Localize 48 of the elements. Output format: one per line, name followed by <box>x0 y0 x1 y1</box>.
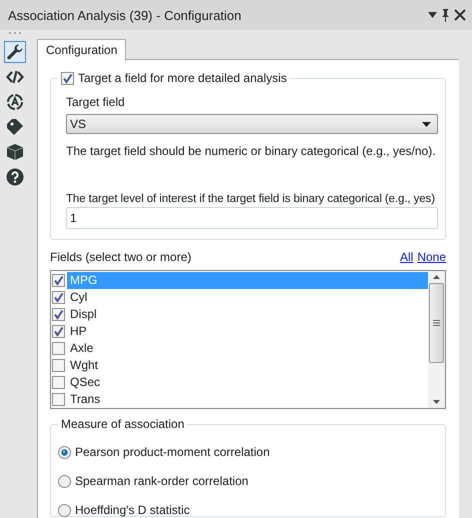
radio-label: Pearson product-moment correlation <box>75 444 270 460</box>
scrollbar[interactable] <box>428 271 445 408</box>
field-item[interactable]: Cyl <box>67 289 428 306</box>
radio-button[interactable] <box>58 446 71 458</box>
group-label: Measure of association <box>61 417 184 432</box>
wrench-icon[interactable] <box>4 41 26 63</box>
help-icon[interactable] <box>4 166 26 188</box>
field-item[interactable]: Axle <box>67 340 428 357</box>
radio-label: Hoeffding's D statistic <box>75 502 190 518</box>
pin-icon[interactable] <box>441 8 450 22</box>
checkbox-label: Target a field for more detailed analysis <box>78 71 287 86</box>
field-item[interactable]: Trans <box>67 391 428 408</box>
link[interactable]: All <box>400 250 414 265</box>
checkbox[interactable] <box>52 342 65 355</box>
checkbox[interactable] <box>52 376 65 389</box>
box-icon[interactable] <box>4 141 26 163</box>
caret-icon[interactable] <box>422 122 431 126</box>
up-arrow-icon[interactable] <box>433 275 440 279</box>
radio-button[interactable] <box>58 474 71 488</box>
scrollbar-thumb[interactable] <box>429 283 444 363</box>
field-label: Target field <box>66 95 126 110</box>
field-item[interactable]: Displ <box>67 306 428 323</box>
window-title: Association Analysis (39) - Configuration <box>8 8 242 22</box>
grip-icon[interactable] <box>8 31 22 35</box>
fields-label: Fields (select two or more) <box>50 250 192 265</box>
checkbox[interactable] <box>52 274 65 287</box>
checkbox[interactable] <box>61 72 74 85</box>
dropdown-icon[interactable] <box>428 12 437 18</box>
checkbox[interactable] <box>52 393 65 406</box>
close-icon[interactable] <box>454 9 466 21</box>
radio-button[interactable] <box>58 504 71 516</box>
target-field-dropdown[interactable]: VS <box>66 114 438 134</box>
target-level-input[interactable]: 1 <box>66 207 438 229</box>
field-item[interactable]: Wght <box>67 357 428 374</box>
field-label: The target level of interest if the target field is binary categorical (e.g., yes) <box>66 192 436 207</box>
tab[interactable]: Configuration <box>37 39 126 61</box>
field-item[interactable]: QSec <box>67 374 428 391</box>
link[interactable]: None <box>417 250 446 265</box>
tag-icon[interactable] <box>4 116 26 138</box>
radio-label: Spearman rank-order correlation <box>75 474 248 488</box>
hint-text: The target field should be numeric or binary categorical (e.g., yes/no). <box>66 144 437 159</box>
target-icon[interactable] <box>4 91 26 113</box>
checkbox[interactable] <box>52 325 65 338</box>
field-item[interactable]: HP <box>67 323 428 340</box>
down-arrow-icon[interactable] <box>433 400 440 404</box>
checkbox[interactable] <box>52 359 65 372</box>
checkbox[interactable] <box>52 308 65 321</box>
checkbox[interactable] <box>52 291 65 304</box>
